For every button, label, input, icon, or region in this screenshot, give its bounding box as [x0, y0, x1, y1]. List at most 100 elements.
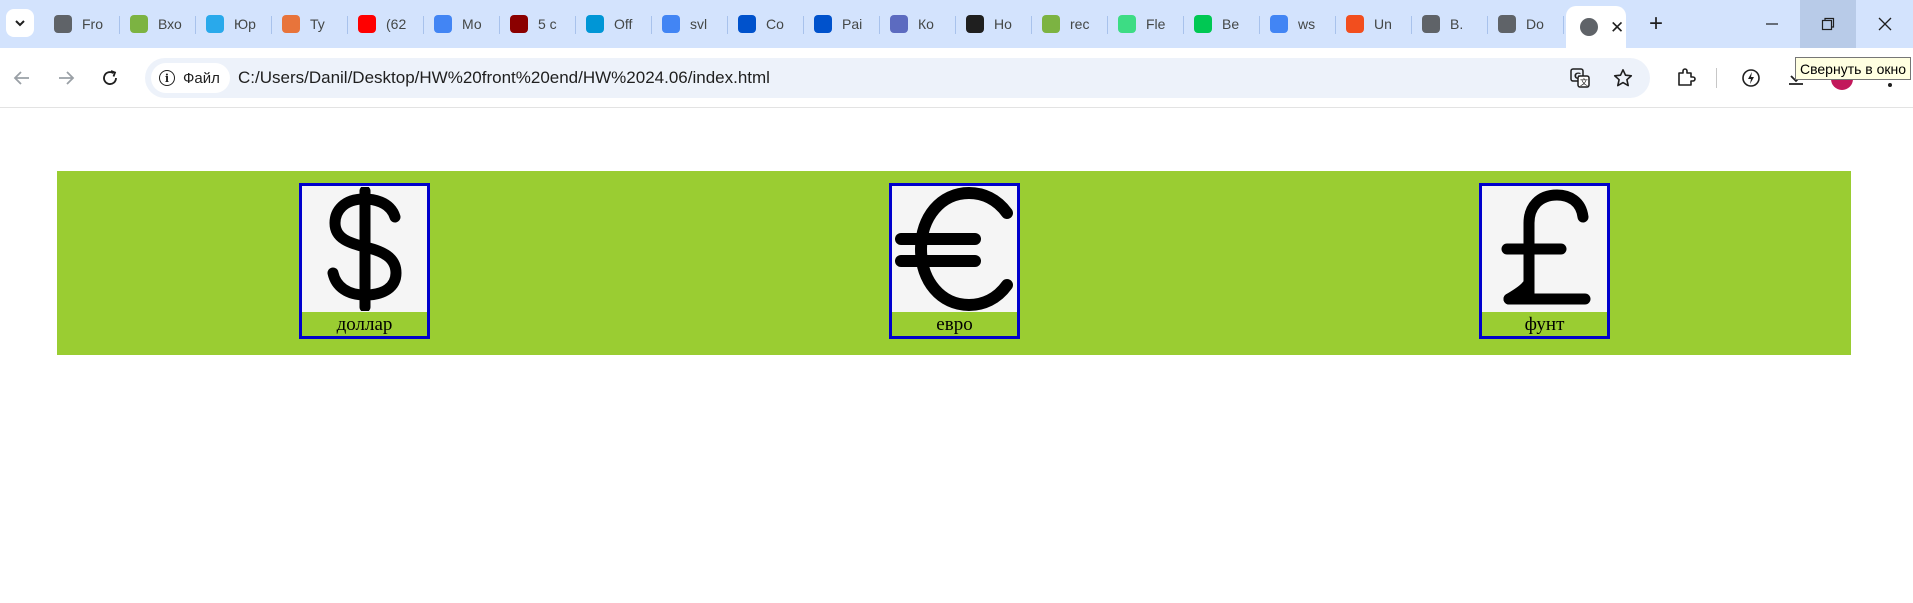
mail-icon — [130, 15, 148, 33]
currency-card-pound: фунт — [1479, 183, 1610, 339]
restore-tooltip: Свернуть в окно — [1795, 57, 1912, 80]
tab-title: Ко — [918, 16, 934, 32]
browser-tab[interactable]: Do — [1488, 0, 1564, 48]
browser-tab[interactable]: (62 — [348, 0, 424, 48]
minimize-icon — [1766, 23, 1778, 25]
tab-title: Вхо — [158, 16, 182, 32]
back-button[interactable] — [8, 64, 36, 92]
browser-tab[interactable]: 5 с — [500, 0, 576, 48]
browser-tab[interactable]: Fle — [1108, 0, 1184, 48]
translate-icon[interactable]: G文 — [1568, 66, 1592, 90]
restore-button[interactable] — [1800, 0, 1856, 48]
browser-tab[interactable]: В. — [1412, 0, 1488, 48]
close-window-button[interactable] — [1857, 0, 1913, 48]
tab-title: Off — [614, 16, 633, 32]
close-icon — [1878, 17, 1892, 31]
new-tab-button[interactable]: + — [1644, 12, 1668, 36]
yc-icon — [510, 15, 528, 33]
blue-squares-icon — [738, 15, 756, 33]
grid-icon — [890, 15, 908, 33]
youtube-icon — [358, 15, 376, 33]
tab-list: Fro Вхо Юр Ту (62 Мо 5 с Off svl Co Pai Ко Ho rec Fle B… — [44, 0, 1626, 48]
dollar-icon — [302, 186, 427, 312]
tab-title: Ho — [994, 16, 1012, 32]
arrow-left-icon — [13, 71, 29, 85]
browser-tab[interactable]: Ту — [272, 0, 348, 48]
tab-title: 5 с — [538, 16, 557, 32]
browser-tab[interactable]: rec — [1032, 0, 1108, 48]
hp-icon — [586, 15, 604, 33]
tab-title: Юр — [234, 16, 256, 32]
currency-card-dollar: доллар — [299, 183, 430, 339]
minimize-button[interactable] — [1744, 0, 1800, 48]
euro-icon — [892, 186, 1017, 312]
tab-separator — [1563, 16, 1564, 34]
tab-search-button[interactable] — [6, 9, 34, 37]
tab-title: svl — [690, 16, 708, 32]
currency-label: доллар — [336, 314, 393, 335]
browser-tab[interactable]: Вхо — [120, 0, 196, 48]
telegram-icon — [206, 15, 224, 33]
address-bar[interactable]: i Файл C:/Users/Danil/Desktop/HW%20front… — [145, 58, 1650, 98]
currency-banner: доллар евро фунт — [57, 171, 1851, 355]
chevron-down-icon — [15, 20, 25, 27]
tab-strip: Fro Вхо Юр Ту (62 Мо 5 с Off svl Co Pai Ко Ho rec Fle B… — [0, 0, 1913, 48]
forward-button[interactable] — [52, 64, 80, 92]
browser-tab[interactable]: Co — [728, 0, 804, 48]
tab-title: ws — [1298, 16, 1316, 32]
currency-label: евро — [936, 314, 973, 335]
extensions-icon[interactable] — [1672, 64, 1700, 92]
tab-title: Fro — [82, 16, 103, 32]
browser-tab[interactable]: Ho — [956, 0, 1032, 48]
orange-circle-icon — [282, 15, 300, 33]
performance-icon[interactable] — [1737, 64, 1765, 92]
bookmark-star-icon[interactable] — [1611, 66, 1635, 90]
browser-tab[interactable]: Off — [576, 0, 652, 48]
globe-icon — [1498, 15, 1516, 33]
toolbar-divider — [1716, 68, 1717, 88]
tab-title: Ту — [310, 16, 325, 32]
browser-tab[interactable]: Un — [1336, 0, 1412, 48]
browser-tab[interactable]: Мо — [424, 0, 500, 48]
browser-tab[interactable]: Be — [1184, 0, 1260, 48]
star-icon — [1194, 15, 1212, 33]
google-icon — [1270, 15, 1288, 33]
currency-card-euro: евро — [889, 183, 1020, 339]
tab-title: rec — [1070, 16, 1090, 32]
browser-tab[interactable]: ws — [1260, 0, 1336, 48]
browser-tab[interactable]: Юр — [196, 0, 272, 48]
n-icon — [966, 15, 984, 33]
tab-title: (62 — [386, 16, 407, 32]
tab-title: Un — [1374, 16, 1392, 32]
mail-icon — [1042, 15, 1060, 33]
tab-title: В. — [1450, 16, 1464, 32]
globe-icon — [54, 15, 72, 33]
tab-title: Pai — [842, 16, 863, 32]
browser-tab[interactable]: Pai — [804, 0, 880, 48]
figma-icon — [1346, 15, 1364, 33]
browser-toolbar: i Файл C:/Users/Danil/Desktop/HW%20front… — [0, 48, 1913, 108]
browser-tab[interactable]: svl — [652, 0, 728, 48]
globe-icon — [1580, 18, 1598, 36]
reload-button[interactable] — [96, 64, 124, 92]
android-icon — [1118, 15, 1136, 33]
pound-icon — [1482, 186, 1607, 312]
svg-text:文: 文 — [1580, 77, 1588, 87]
browser-tab[interactable]: Ко — [880, 0, 956, 48]
tab-title: Do — [1526, 16, 1544, 32]
info-icon: i — [159, 70, 175, 86]
tab-title: Co — [766, 16, 784, 32]
site-info-label: Файл — [183, 69, 220, 87]
active-browser-tab[interactable]: ✕ — [1566, 6, 1626, 48]
browser-tab[interactable]: Fro — [44, 0, 120, 48]
arrow-right-icon — [59, 71, 75, 85]
tab-title: Be — [1222, 16, 1240, 32]
ich-icon — [1422, 15, 1440, 33]
blue-squares-icon — [814, 15, 832, 33]
tab-title: Fle — [1146, 16, 1166, 32]
site-info-chip[interactable]: i Файл — [151, 63, 230, 93]
multicolor-circle-icon — [434, 15, 452, 33]
url-text[interactable]: C:/Users/Danil/Desktop/HW%20front%20end/… — [238, 68, 770, 88]
currency-label: фунт — [1524, 314, 1565, 335]
close-tab-icon[interactable]: ✕ — [1610, 19, 1624, 36]
